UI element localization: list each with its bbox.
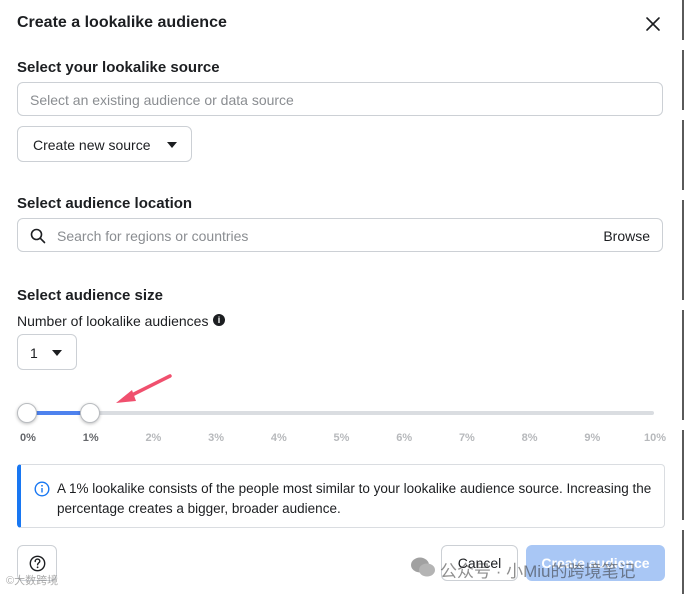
slider-track[interactable] xyxy=(27,411,654,415)
location-label: Select audience location xyxy=(17,195,193,212)
watermark-left: ©大数跨境 xyxy=(6,575,59,587)
close-icon[interactable] xyxy=(643,14,663,34)
create-new-source-button[interactable]: Create new source xyxy=(17,126,192,162)
slider-tick-label: 2% xyxy=(145,432,162,444)
audience-count-select[interactable]: 1 xyxy=(17,334,77,370)
chevron-down-icon xyxy=(167,142,177,148)
slider-tick-label: 3% xyxy=(208,432,225,444)
slider-tick-label: 7% xyxy=(458,432,475,444)
slider-tick-label: 5% xyxy=(333,432,350,444)
info-banner: A 1% lookalike consists of the people mo… xyxy=(17,464,665,528)
slider-tick-label: 6% xyxy=(396,432,413,444)
search-icon xyxy=(30,228,46,244)
audience-count-value: 1 xyxy=(30,345,38,361)
location-placeholder: Search for regions or countries xyxy=(57,228,249,244)
location-search-input[interactable]: Search for regions or countries Browse xyxy=(17,218,663,252)
question-icon xyxy=(29,555,46,572)
wechat-logo-icon xyxy=(411,557,435,577)
info-text: A 1% lookalike consists of the people mo… xyxy=(57,481,652,516)
slider-tick-label: 9% xyxy=(584,432,601,444)
slider-tick-label: 10% xyxy=(643,432,667,444)
slider-tick-label: 4% xyxy=(270,432,287,444)
browse-link[interactable]: Browse xyxy=(603,228,650,244)
slider-tick-label: 1% xyxy=(82,432,99,444)
slider-start-handle[interactable] xyxy=(17,403,37,423)
watermark-right: 公众号 · 小Miu的跨境笔记 xyxy=(440,562,636,581)
dialog-title: Create a lookalike audience xyxy=(17,14,227,31)
arrow-annotation-icon xyxy=(116,374,172,403)
count-label: Number of lookalike audiences xyxy=(17,313,209,329)
chevron-down-icon xyxy=(52,350,62,356)
slider-end-handle[interactable] xyxy=(79,403,100,423)
info-circle-icon xyxy=(34,481,50,497)
source-label: Select your lookalike source xyxy=(17,59,220,76)
source-placeholder: Select an existing audience or data sour… xyxy=(30,92,294,108)
create-new-source-label: Create new source xyxy=(33,137,151,153)
slider-tick-label: 0% xyxy=(20,432,36,444)
size-label: Select audience size xyxy=(17,287,163,304)
slider-tick-label: 8% xyxy=(521,432,538,444)
source-input[interactable]: Select an existing audience or data sour… xyxy=(17,82,663,116)
info-icon[interactable]: i xyxy=(213,314,225,326)
